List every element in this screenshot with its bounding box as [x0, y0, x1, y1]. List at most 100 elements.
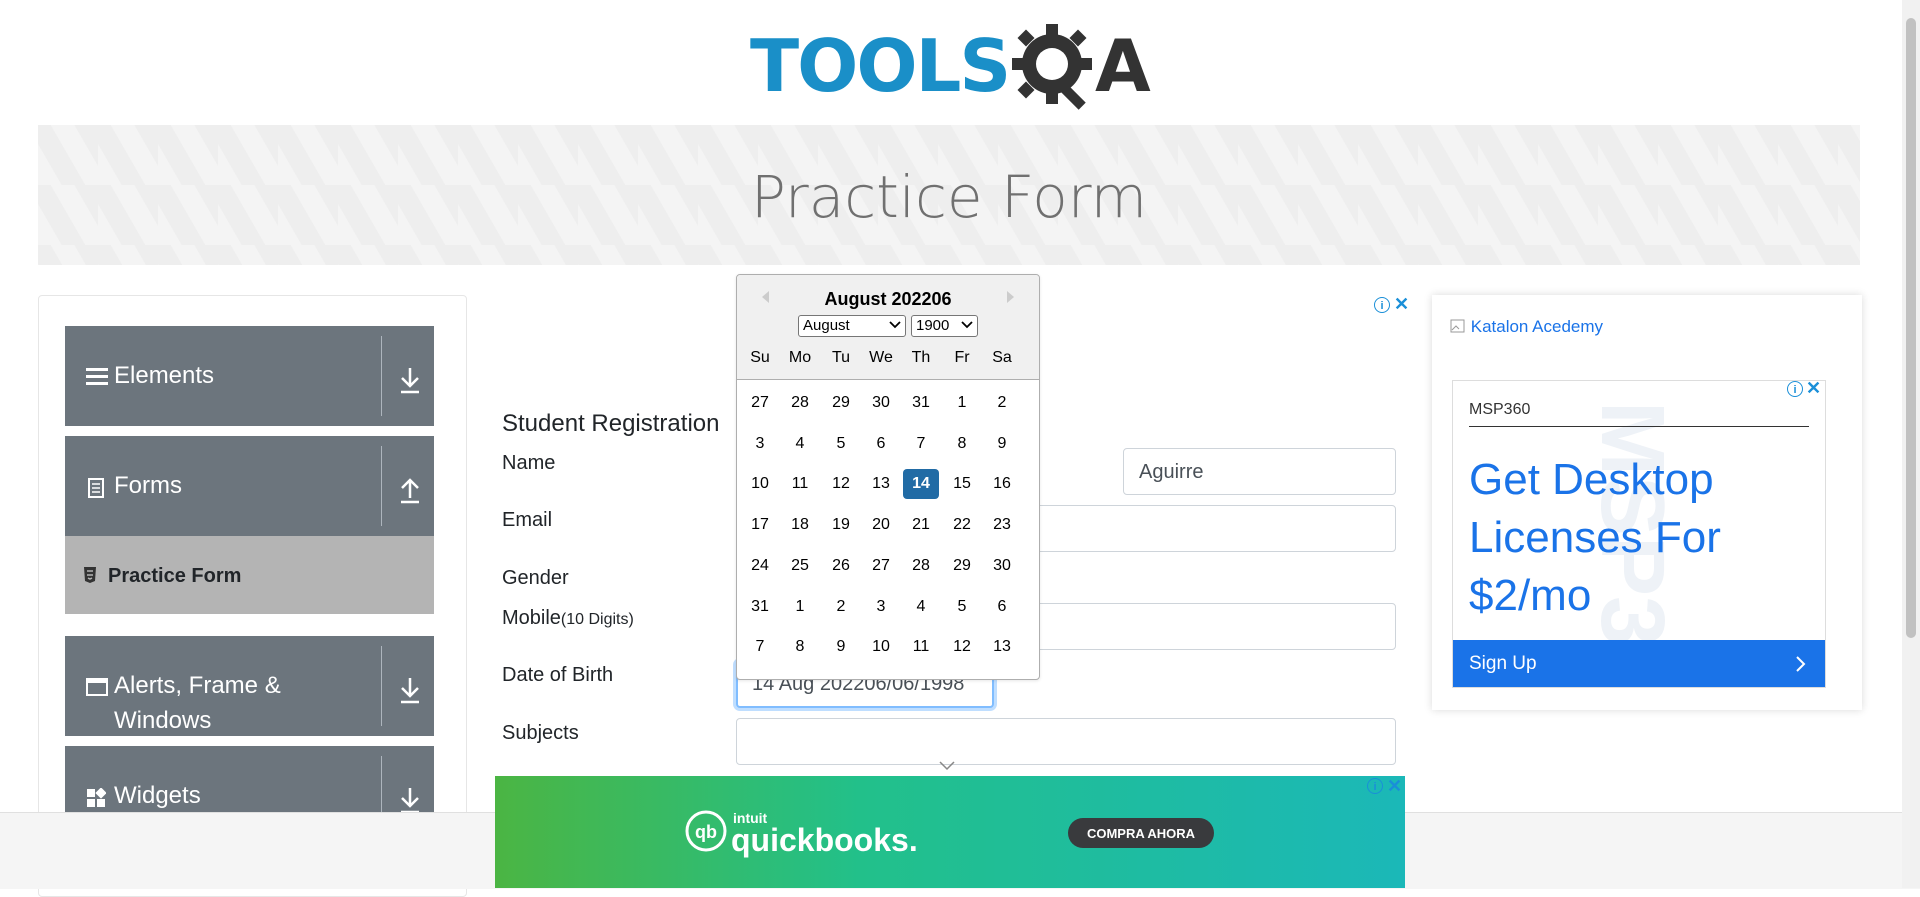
calendar-day[interactable]: 24	[742, 551, 778, 581]
next-month-icon[interactable]	[1005, 289, 1017, 305]
quickbooks-logo-icon: qb	[685, 810, 727, 852]
calendar-day[interactable]: 11	[903, 632, 939, 662]
compra-ahora-button[interactable]: COMPRA AHORA	[1068, 818, 1214, 848]
adchoices-icon[interactable]: i	[1374, 297, 1390, 313]
calendar-day[interactable]: 5	[944, 592, 980, 622]
chevron-down-icon	[961, 321, 973, 329]
logo-text-a: A	[1095, 24, 1151, 108]
sidebar-item-practice-form[interactable]: Practice Form	[65, 536, 434, 614]
calendar-day[interactable]: 11	[782, 469, 818, 499]
calendar-day[interactable]: 29	[823, 388, 859, 418]
gear-icon	[1012, 24, 1092, 110]
mobile-label: Mobile(10 Digits)	[502, 607, 634, 630]
calendar-day[interactable]: 12	[823, 469, 859, 499]
calendar-day[interactable]: 2	[823, 592, 859, 622]
chevron-down-icon	[889, 321, 901, 329]
datepicker-header: August 202206 August 1900 Su Mo Tu We Th Fr Sa	[737, 275, 1039, 380]
upload-arrow-icon[interactable]	[399, 476, 421, 504]
calendar-day[interactable]: 30	[863, 388, 899, 418]
close-ad-icon[interactable]: ✕	[1394, 295, 1409, 313]
page-banner: Practice Form	[38, 125, 1860, 265]
calendar-day[interactable]: 13	[984, 632, 1020, 662]
year-select[interactable]: 1900	[911, 315, 978, 337]
calendar-day[interactable]: 22	[944, 510, 980, 540]
adchoices-icon[interactable]: i	[1787, 381, 1803, 397]
calendar-day[interactable]: 15	[944, 469, 980, 499]
close-ad-icon[interactable]: ✕	[1387, 777, 1402, 795]
calendar-day[interactable]: 9	[984, 429, 1020, 459]
calendar-day[interactable]: 19	[823, 510, 859, 540]
sign-up-button[interactable]: Sign Up	[1453, 640, 1825, 687]
calendar-day[interactable]: 20	[863, 510, 899, 540]
calendar-day[interactable]: 23	[984, 510, 1020, 540]
selected-day[interactable]: 14	[903, 469, 939, 500]
right-ad[interactable]: Katalon Acedemy MSP360 MSP360 Get Deskto…	[1432, 295, 1862, 710]
scrollbar-thumb[interactable]	[1906, 18, 1916, 638]
calendar-day[interactable]: 6	[863, 429, 899, 459]
subjects-input[interactable]	[736, 718, 1396, 765]
month-select[interactable]: August	[798, 315, 906, 337]
day-name-tu: Tu	[831, 349, 851, 366]
calendar-day[interactable]: 12	[944, 632, 980, 662]
chevron-down-icon[interactable]	[938, 760, 956, 772]
calendar-day[interactable]: 8	[782, 632, 818, 662]
toolsqa-logo[interactable]: TOOLS A	[750, 18, 1155, 114]
msp360-ad[interactable]: MSP360 MSP360 Get Desktop Licenses For $…	[1452, 380, 1826, 688]
close-ad-icon[interactable]: ✕	[1806, 379, 1821, 397]
download-arrow-icon[interactable]	[399, 786, 421, 814]
calendar-day[interactable]: 31	[903, 388, 939, 418]
page-scrollbar[interactable]	[1902, 0, 1920, 888]
calendar-day[interactable]: 30	[984, 551, 1020, 581]
calendar-day[interactable]: 29	[944, 551, 980, 581]
day-name-su: Su	[750, 349, 770, 366]
calendar-day[interactable]: 5	[823, 429, 859, 459]
form-icon	[88, 478, 104, 498]
calendar-day[interactable]: 10	[742, 469, 778, 499]
calendar-day[interactable]: 8	[944, 429, 980, 459]
calendar-day[interactable]: 1	[944, 388, 980, 418]
calendar-day[interactable]: 4	[903, 592, 939, 622]
bottom-ad[interactable]: i ✕ qb intuit quickbooks. COMPRA AHORA	[495, 776, 1405, 888]
separator	[381, 646, 382, 726]
calendar-day[interactable]: 28	[782, 388, 818, 418]
window-icon	[86, 678, 108, 696]
calendar-day[interactable]: 10	[863, 632, 899, 662]
calendar-day[interactable]: 7	[903, 429, 939, 459]
download-arrow-icon[interactable]	[399, 366, 421, 394]
dob-label: Date of Birth	[502, 664, 614, 686]
sidebar-group-label-line2: Windows	[114, 707, 212, 734]
download-arrow-icon[interactable]	[399, 676, 421, 704]
adchoices-icon[interactable]: i	[1367, 778, 1383, 794]
calendar-day[interactable]: 4	[782, 429, 818, 459]
calendar-day[interactable]: 26	[823, 551, 859, 581]
calendar-day[interactable]: 3	[742, 429, 778, 459]
broken-image-link[interactable]: Katalon Acedemy	[1450, 317, 1603, 337]
calendar-day[interactable]: 17	[742, 510, 778, 540]
day-name-mo: Mo	[788, 349, 812, 366]
calendar-day[interactable]: 18	[782, 510, 818, 540]
calendar-day[interactable]: 2	[984, 388, 1020, 418]
calendar-day[interactable]: 13	[863, 469, 899, 499]
subjects-label: Subjects	[502, 722, 579, 744]
calendar-day[interactable]: 9	[823, 632, 859, 662]
calendar-day[interactable]: 6	[984, 592, 1020, 622]
ad-image-alt: Katalon Acedemy	[1470, 317, 1604, 336]
month-select-value: August	[803, 317, 850, 334]
separator	[381, 446, 382, 526]
email-label: Email	[502, 509, 553, 531]
sidebar-group-alerts[interactable]: Alerts, Frame & Windows	[65, 636, 434, 736]
day-name-sa: Sa	[992, 349, 1012, 366]
calendar-day[interactable]: 25	[782, 551, 818, 581]
calendar-day[interactable]: 3	[863, 592, 899, 622]
calendar-day[interactable]: 16	[984, 469, 1020, 499]
last-name-input[interactable]: Aguirre	[1123, 448, 1396, 495]
sidebar-group-elements[interactable]: Elements	[65, 326, 434, 426]
calendar-day[interactable]: 27	[742, 388, 778, 418]
calendar-day[interactable]: 1	[782, 592, 818, 622]
sidebar-group-forms[interactable]: Forms	[65, 436, 434, 536]
calendar-day[interactable]: 28	[903, 551, 939, 581]
calendar-day[interactable]: 7	[742, 632, 778, 662]
calendar-day[interactable]: 31	[742, 592, 778, 622]
calendar-day[interactable]: 27	[863, 551, 899, 581]
calendar-day[interactable]: 21	[903, 510, 939, 540]
